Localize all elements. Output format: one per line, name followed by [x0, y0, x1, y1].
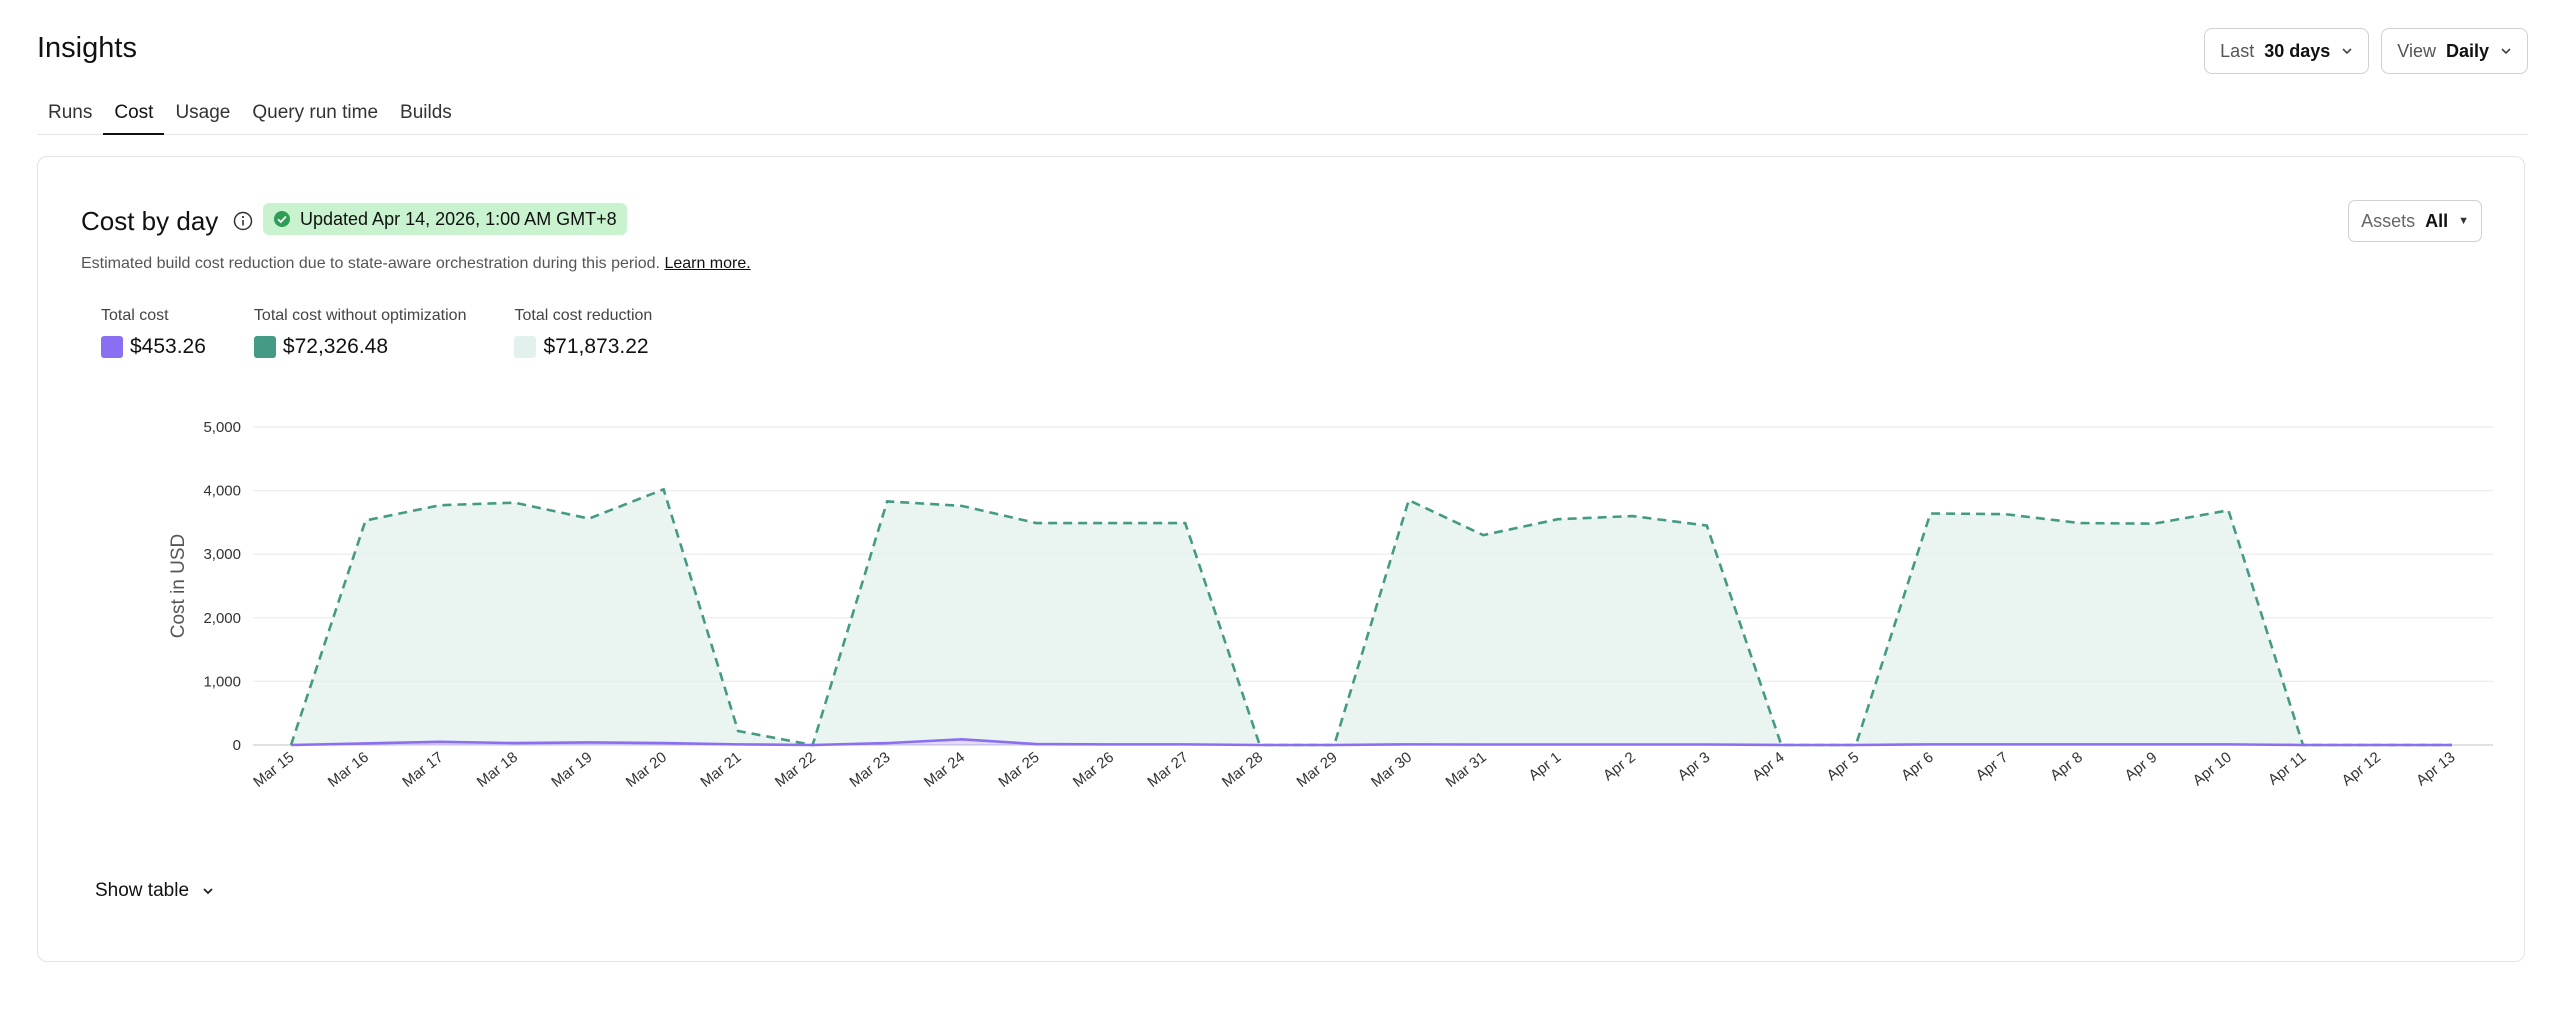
- tab-usage[interactable]: Usage: [164, 96, 241, 134]
- cost-by-day-chart: 0 1,000 2,000 3,000 4,000 5,000 Cost in USD Mar…: [168, 419, 2493, 791]
- x-tick-label: Mar 31: [1442, 749, 1489, 791]
- view-value: Daily: [2445, 40, 2489, 61]
- reduction-area: [291, 489, 2452, 745]
- page-title: Insights: [37, 32, 137, 64]
- date-range-label: Last: [2220, 40, 2255, 61]
- x-tick-label: Mar 30: [1368, 749, 1415, 791]
- tab-bar: Runs Cost Usage Query run time Builds: [37, 96, 2528, 135]
- x-tick-label: Apr 1: [1526, 749, 1565, 784]
- x-tick-label: Apr 2: [1600, 749, 1639, 784]
- y-tick-label: 0: [233, 737, 241, 754]
- x-tick-label: Apr 12: [2339, 749, 2384, 790]
- date-range-select[interactable]: Last 30 days: [2204, 28, 2370, 74]
- tab-runs[interactable]: Runs: [37, 96, 103, 134]
- x-tick-label: Mar 29: [1293, 749, 1340, 791]
- x-tick-label: Mar 15: [250, 749, 297, 791]
- x-tick-label: Mar 22: [772, 749, 819, 791]
- x-tick-label: Mar 28: [1219, 749, 1266, 791]
- tab-builds[interactable]: Builds: [389, 96, 463, 134]
- x-tick-label: Apr 9: [2122, 749, 2161, 784]
- view-label: View: [2397, 40, 2436, 61]
- y-tick-label: 1,000: [203, 673, 241, 690]
- insights-page: Insights Last 30 days View Daily Runs Co…: [0, 0, 2562, 1010]
- tab-query-run-time[interactable]: Query run time: [241, 96, 389, 134]
- x-tick-label: Apr 4: [1749, 749, 1788, 784]
- y-tick-label: 4,000: [203, 483, 241, 500]
- x-tick-label: Apr 10: [2190, 749, 2235, 790]
- top-controls: Last 30 days View Daily: [2204, 28, 2528, 74]
- date-range-value: 30 days: [2264, 40, 2331, 61]
- x-tick-label: Mar 18: [474, 749, 521, 791]
- x-tick-label: Mar 16: [325, 749, 372, 791]
- cost-by-day-card: Cost by day Updated Apr 14, 2026, 1:00 A…: [37, 156, 2525, 962]
- y-tick-label: 5,000: [203, 419, 241, 436]
- x-tick-label: Apr 3: [1675, 749, 1714, 784]
- x-tick-label: Mar 17: [399, 749, 446, 791]
- view-select[interactable]: View Daily: [2381, 28, 2528, 74]
- x-tick-label: Mar 20: [623, 749, 670, 791]
- x-tick-label: Apr 7: [1973, 749, 2012, 784]
- show-table-label: Show table: [95, 880, 190, 901]
- x-tick-label: Apr 8: [2047, 749, 2086, 784]
- chevron-down-icon: [2342, 48, 2352, 55]
- x-tick-label: Mar 24: [921, 749, 968, 791]
- x-tick-label: Mar 27: [1144, 749, 1191, 791]
- x-tick-label: Apr 5: [1824, 749, 1863, 784]
- chevron-down-icon: [2501, 48, 2511, 55]
- x-tick-label: Apr 13: [2413, 749, 2458, 790]
- x-tick-label: Mar 21: [697, 749, 744, 791]
- x-tick-label: Mar 23: [846, 749, 893, 791]
- chevron-down-icon: [203, 888, 213, 895]
- y-axis-label: Cost in USD: [168, 534, 189, 639]
- x-tick-label: Apr 6: [1898, 749, 1937, 784]
- y-tick-label: 2,000: [203, 610, 241, 627]
- x-tick-label: Apr 11: [2265, 749, 2309, 789]
- y-tick-label: 3,000: [203, 546, 241, 563]
- tab-cost[interactable]: Cost: [103, 96, 165, 135]
- x-tick-label: Mar 26: [1070, 749, 1117, 791]
- x-tick-label: Mar 19: [548, 749, 595, 791]
- x-tick-label: Mar 25: [995, 749, 1042, 791]
- show-table-toggle[interactable]: Show table: [95, 880, 215, 902]
